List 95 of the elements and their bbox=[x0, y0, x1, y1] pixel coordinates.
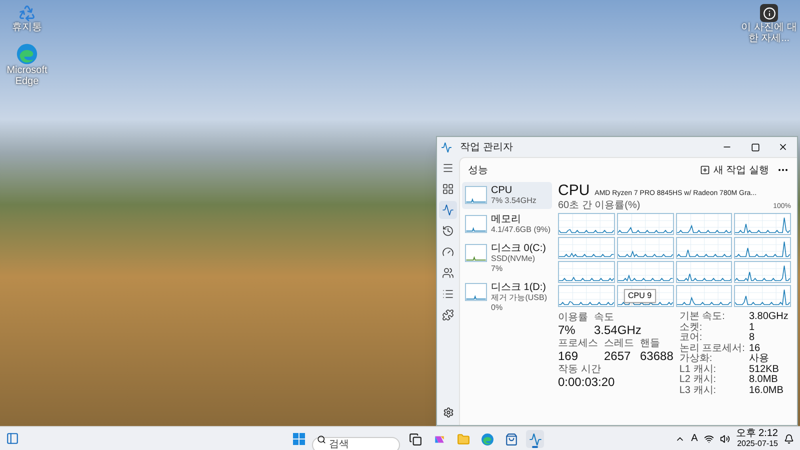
window-title: 작업 관리자 bbox=[460, 140, 513, 154]
resource-item[interactable]: CPU 7% 3.54GHz bbox=[462, 182, 552, 209]
graph-caption: 60초 간 이용률(%) bbox=[558, 200, 640, 212]
resource-item[interactable]: 디스크 1(D:) 제거 가능(USB) 0% bbox=[462, 279, 552, 316]
resource-detail: 0% bbox=[491, 303, 504, 313]
cpu-graph bbox=[616, 213, 674, 235]
stat-value: 3.54GHz bbox=[594, 323, 642, 337]
shortcut-label: Microsoft Edge bbox=[6, 65, 48, 87]
clock-date: 2025-07-15 bbox=[737, 438, 778, 448]
recycle-bin-icon bbox=[18, 4, 36, 22]
cpu-graph bbox=[676, 285, 732, 307]
spec-label: 기본 속도: bbox=[679, 312, 726, 322]
stat-label: 스레드 bbox=[604, 338, 634, 349]
spec-value: 8 bbox=[748, 333, 756, 344]
start-button[interactable] bbox=[292, 432, 306, 446]
spec-value: 사용 bbox=[748, 354, 770, 364]
stat-label: 핸들 bbox=[640, 338, 661, 349]
cpu-graph bbox=[558, 261, 615, 283]
cpu-graph bbox=[558, 237, 615, 259]
stat-value: 2657 bbox=[604, 349, 632, 363]
mini-graph bbox=[465, 244, 487, 262]
mini-graph bbox=[465, 215, 487, 233]
stat-value: 169 bbox=[558, 349, 580, 363]
notification-icon bbox=[784, 434, 794, 444]
cpu-graph bbox=[676, 237, 732, 259]
stat-label: 프로세스 bbox=[558, 338, 598, 349]
cpu-graph bbox=[558, 285, 615, 307]
plus-square-icon bbox=[700, 165, 710, 175]
info-icon bbox=[762, 6, 776, 20]
detail-title: CPU bbox=[558, 182, 590, 200]
store-icon bbox=[504, 432, 518, 446]
page-title: 성능 bbox=[468, 164, 488, 178]
maximize-icon bbox=[750, 142, 760, 152]
resource-detail: SSD(NVMe) bbox=[491, 254, 536, 264]
spec-label: 코어: bbox=[679, 333, 704, 344]
stat-label: 속도 bbox=[594, 312, 615, 323]
stat-value: 7% bbox=[558, 323, 576, 337]
cpu-graph bbox=[734, 261, 791, 283]
stat-label: 이용률 bbox=[558, 312, 588, 323]
resource-name: 디스크 0(C:) bbox=[491, 243, 546, 254]
search-icon bbox=[317, 435, 326, 444]
widgets-button[interactable] bbox=[6, 432, 19, 445]
resource-name: CPU bbox=[491, 185, 514, 196]
cpu-graph bbox=[676, 261, 732, 283]
spec-label: L2 캐시: bbox=[679, 375, 718, 386]
clock[interactable]: 오후 2:12 2025-07-15 bbox=[736, 428, 778, 448]
resource-item[interactable]: 메모리 4.1/47.6GB (9%) bbox=[462, 211, 552, 238]
spec-value: 512KB bbox=[748, 364, 780, 375]
spec-value: 16 bbox=[748, 344, 762, 354]
cpu-graph bbox=[616, 237, 674, 259]
shortcut-label: 이 사진에 대한 자세... bbox=[740, 22, 798, 44]
spec-label: 가상화: bbox=[679, 354, 714, 364]
cpu-graph bbox=[734, 285, 791, 307]
mini-graph bbox=[465, 186, 487, 204]
taskview-icon bbox=[408, 432, 422, 446]
spec-value: 16.0MB bbox=[748, 386, 784, 396]
spec-label: L1 캐시: bbox=[679, 364, 718, 374]
resource-name: 디스크 1(D:) bbox=[491, 282, 547, 293]
spec-value: 8.0MB bbox=[748, 375, 779, 386]
spec-label: 논리 프로세서: bbox=[679, 344, 745, 354]
network-icon bbox=[704, 434, 714, 444]
volume-icon bbox=[720, 434, 730, 444]
cpu-graph bbox=[734, 213, 791, 235]
spec-value: 1 bbox=[748, 322, 756, 333]
cpu-graph bbox=[734, 237, 791, 259]
windows-logo-icon bbox=[293, 433, 305, 445]
close-icon bbox=[778, 142, 788, 152]
resource-item[interactable]: 디스크 0(C:) SSD(NVMe) 7% bbox=[462, 240, 552, 277]
stat-value: 63688 bbox=[640, 349, 674, 363]
stat-value: 0:00:03:20 bbox=[558, 375, 615, 389]
search-field[interactable]: 검색 bbox=[312, 436, 400, 450]
clock-time: 오후 2:12 bbox=[736, 428, 778, 438]
resource-detail: 제거 가능(USB) bbox=[491, 293, 547, 303]
settings-icon bbox=[442, 406, 454, 418]
resource-detail: 7% 3.54GHz bbox=[491, 196, 536, 206]
pulse-icon bbox=[528, 432, 542, 446]
mini-graph bbox=[465, 283, 487, 301]
spec-label: 소켓: bbox=[679, 322, 704, 332]
cpu-graph bbox=[616, 261, 674, 283]
cpu-graph bbox=[676, 213, 732, 235]
resource-name: 메모리 bbox=[491, 214, 522, 225]
spec-label: L3 캐시: bbox=[679, 386, 718, 396]
pulse-icon bbox=[441, 142, 452, 152]
tooltip: CPU 9 bbox=[624, 289, 656, 303]
stat-label: 작동 시간 bbox=[558, 364, 602, 375]
input-indicator[interactable]: A bbox=[691, 431, 698, 446]
cpu-graph bbox=[558, 213, 615, 235]
resource-detail: 4.1/47.6GB (9%) bbox=[491, 225, 549, 235]
nav-pulse-icon[interactable] bbox=[439, 201, 457, 219]
spec-value: 3.80GHz bbox=[748, 312, 788, 322]
resource-detail: 7% bbox=[491, 264, 504, 274]
run-task-button[interactable]: 새 작업 실행 bbox=[700, 162, 769, 178]
shortcut-label: 휴지통 bbox=[12, 22, 42, 33]
folder-icon bbox=[456, 432, 470, 446]
running-indicator bbox=[532, 446, 538, 448]
